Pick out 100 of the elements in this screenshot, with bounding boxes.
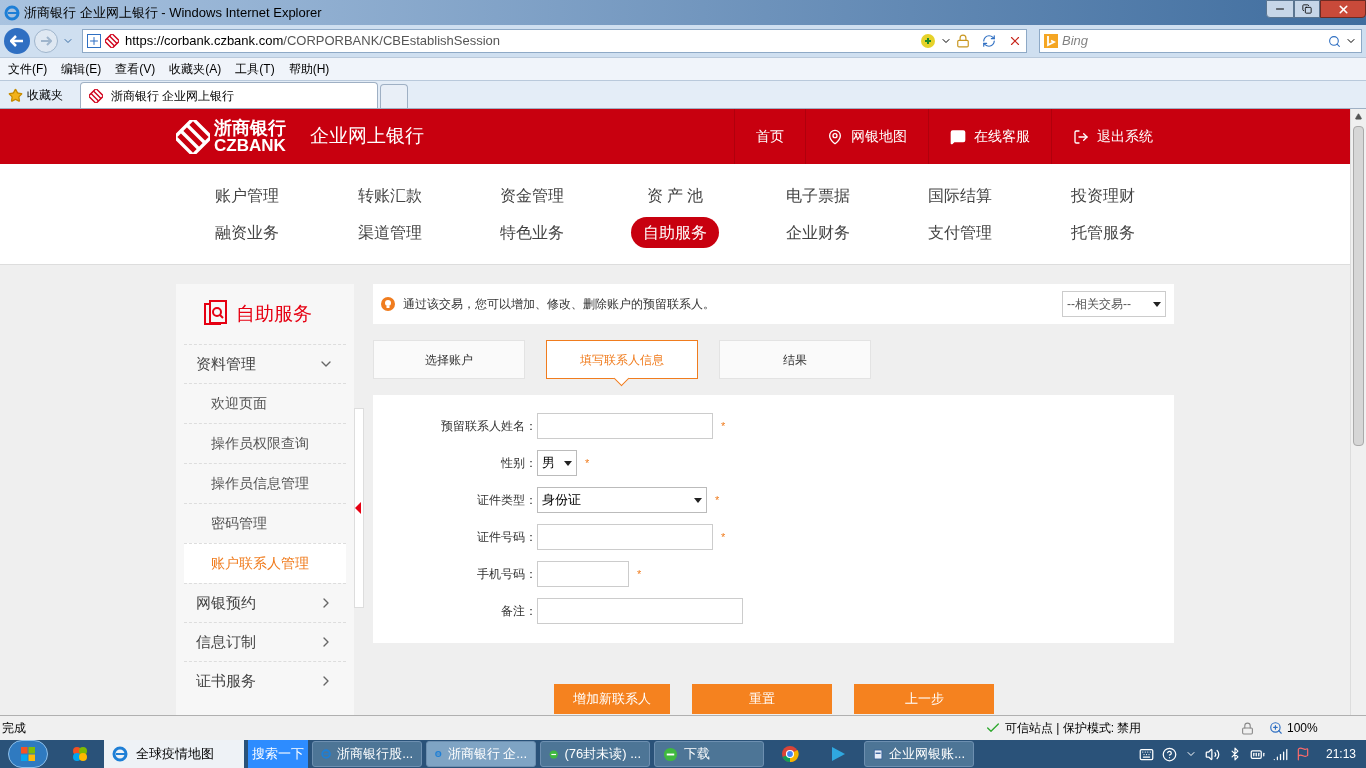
nav-item[interactable]: 融资业务 (203, 217, 292, 248)
refresh-icon[interactable] (982, 34, 996, 48)
compat-icon (920, 33, 936, 49)
menu-item[interactable]: 查看(V) (115, 60, 156, 78)
restore-icon (1302, 4, 1312, 14)
search-input[interactable]: Bing (1062, 31, 1324, 51)
sidebar-collapse-handle[interactable] (354, 408, 364, 608)
dropdown-arrow-icon (564, 460, 572, 466)
windows-logo-icon (20, 746, 36, 762)
sidebar-group[interactable]: 资料管理 (184, 344, 346, 383)
required-mark: * (637, 566, 642, 582)
lock-icon (956, 34, 970, 48)
input-field[interactable] (537, 561, 629, 587)
browser-e-icon (321, 746, 332, 762)
sidebar-title: 自助服务 (236, 301, 312, 326)
required-mark: * (721, 418, 726, 434)
url-text: https://corbank.czbank.com/CORPORBANK/CBEstablishSession (125, 32, 500, 51)
required-mark: * (721, 529, 726, 545)
menu-item[interactable]: 帮助(H) (288, 60, 330, 78)
flag-icon (1295, 747, 1310, 761)
vertical-scrollbar[interactable] (1350, 109, 1366, 715)
header-link[interactable]: 网银地图 (805, 109, 928, 164)
brand-latin: CZBANK (214, 137, 286, 154)
search-field[interactable]: Bing (1039, 29, 1362, 53)
sidebar-group[interactable]: 证书服务 (184, 661, 346, 700)
taskbar-pinned-item[interactable]: 全球疫情地图 (104, 740, 244, 768)
taskbar-window-button[interactable]: (76封未读) ... (540, 741, 650, 767)
browser-e-icon (112, 746, 128, 762)
nav-item[interactable]: 国际结算 (916, 180, 1005, 211)
select-field[interactable]: 身份证 (537, 487, 707, 513)
field-label: 预留联系人姓名： (440, 418, 537, 435)
nav-item[interactable]: 电子票据 (773, 180, 862, 211)
stop-icon[interactable] (1008, 34, 1022, 48)
nav-item[interactable]: 资 产 池 (634, 180, 716, 211)
collapse-arrow-icon (355, 502, 361, 514)
input-field[interactable] (537, 524, 713, 550)
zoom-level[interactable]: 100% (1287, 719, 1318, 737)
nav-item[interactable]: 特色业务 (488, 217, 577, 248)
bank-logo-icon (105, 34, 119, 48)
nav-item[interactable]: 投资理财 (1058, 180, 1147, 211)
header-link[interactable]: 在线客服 (928, 109, 1051, 164)
scrollbar-thumb[interactable] (1353, 126, 1364, 446)
related-dropdown[interactable]: --相关交易-- (1062, 291, 1166, 317)
search-provider-icon (1044, 34, 1058, 48)
header-link[interactable]: 首页 (734, 109, 805, 164)
status-text: 完成 (1, 720, 27, 737)
restore-button[interactable] (1294, 0, 1320, 18)
nav-item[interactable]: 企业财务 (773, 217, 862, 248)
dropdown-arrow-icon (694, 497, 702, 503)
back-button[interactable] (4, 28, 30, 54)
notice-text: 通过该交易，您可以增加、修改、删除账户的预留联系人。 (403, 296, 715, 313)
nav-item[interactable]: 账户管理 (203, 180, 292, 211)
field-label: 证件号码： (476, 529, 537, 546)
favorites-button[interactable]: 收藏夹 (0, 82, 80, 108)
nav-item[interactable]: 资金管理 (488, 180, 577, 211)
taskbar-window-button[interactable]: 企业网银账... (864, 741, 974, 767)
taskbar-window-button[interactable]: 浙商银行股... (312, 741, 422, 767)
nav-item[interactable]: 支付管理 (916, 217, 1005, 248)
logout-icon (1073, 128, 1089, 145)
menu-item[interactable]: 收藏夹(A) (169, 60, 222, 78)
browser-tab[interactable]: 浙商银行 企业网上银行 (80, 82, 378, 108)
nav-item[interactable]: 托管服务 (1058, 217, 1147, 248)
bank-logo-icon (176, 119, 210, 154)
window-title: 浙商银行 企业网上银行 - Windows Internet Explorer (24, 3, 322, 22)
dropdown-arrow-icon (1153, 301, 1161, 307)
field-label: 证件类型： (476, 492, 537, 509)
brand-name: 浙商银行 (214, 119, 286, 137)
location-pin-icon (827, 128, 843, 145)
lock-icon (1240, 721, 1254, 735)
nav-item[interactable]: 转账汇款 (345, 180, 434, 211)
start-button[interactable] (8, 740, 48, 768)
sidebar-group[interactable]: 信息订制 (184, 622, 346, 661)
field-label: 手机号码： (476, 566, 537, 583)
security-zone-text: 可信站点 | 保护模式: 禁用 (1005, 720, 1143, 737)
document-icon (873, 746, 884, 762)
field-label: 备注： (500, 603, 537, 620)
nav-item[interactable]: 自助服务 (631, 217, 719, 248)
header-link[interactable]: 退出系统 (1051, 109, 1174, 164)
minimize-button[interactable] (1266, 0, 1294, 18)
input-field[interactable] (537, 598, 743, 624)
nav-item[interactable]: 渠道管理 (345, 217, 434, 248)
taskbar-window-button[interactable]: 下载 (654, 741, 764, 767)
menu-item[interactable]: 文件(F) (8, 60, 48, 78)
select-field[interactable]: 男 (537, 450, 577, 476)
menu-item[interactable]: 工具(T) (235, 60, 275, 78)
colorful-app-icon[interactable] (71, 745, 89, 763)
address-field[interactable]: https://corbank.czbank.com/CORPORBANK/CBEstablishSession (82, 29, 1027, 53)
close-button[interactable] (1320, 0, 1366, 18)
scroll-up-icon[interactable] (1355, 113, 1362, 120)
forward-arrow-icon (40, 36, 52, 46)
sidebar-item[interactable]: 操作员权限查询 (184, 423, 346, 463)
back-arrow-icon (10, 35, 24, 47)
sidebar-group[interactable]: 网银预约 (184, 583, 346, 622)
product-title: 企业网上银行 (310, 124, 424, 149)
input-field[interactable] (537, 413, 713, 439)
sidebar-item[interactable]: 欢迎页面 (184, 383, 346, 423)
menu-item[interactable]: 编辑(E) (61, 60, 102, 78)
zoom-icon (1269, 721, 1283, 735)
search-icon[interactable] (1328, 34, 1341, 48)
sidebar-item[interactable]: 操作员信息管理 (184, 463, 346, 503)
